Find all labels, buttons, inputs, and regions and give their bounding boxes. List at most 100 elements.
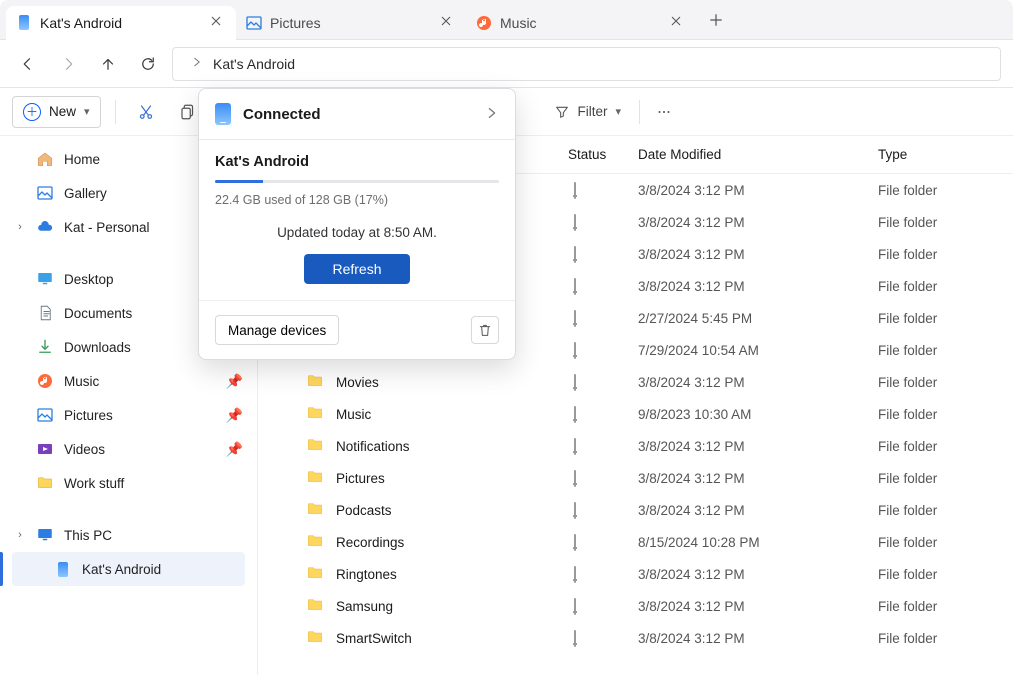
file-row[interactable]: Music9/8/2023 10:30 AMFile folder bbox=[258, 398, 1013, 430]
type-cell: File folder bbox=[878, 247, 1013, 262]
chevron-down-icon: ▾ bbox=[616, 105, 622, 118]
type-cell: File folder bbox=[878, 535, 1013, 550]
column-header-status[interactable]: Status bbox=[568, 147, 638, 162]
date-cell: 3/8/2024 3:12 PM bbox=[638, 631, 878, 646]
cut-button[interactable] bbox=[130, 96, 162, 128]
date-cell: 8/15/2024 10:28 PM bbox=[638, 535, 878, 550]
address-bar[interactable]: Kat's Android bbox=[172, 47, 1001, 81]
sidebar-item-device[interactable]: Kat's Android bbox=[12, 552, 245, 586]
tab-label: Music bbox=[500, 15, 662, 31]
phone-status-icon bbox=[574, 598, 576, 615]
date-cell: 3/8/2024 3:12 PM bbox=[638, 247, 878, 262]
tab-kats-android[interactable]: Kat's Android bbox=[6, 6, 236, 40]
status-cell bbox=[568, 535, 638, 550]
status-cell bbox=[568, 311, 638, 326]
phone-status-icon bbox=[574, 630, 576, 647]
sidebar-item-videos[interactable]: Videos 📌 bbox=[0, 432, 257, 466]
status-cell bbox=[568, 631, 638, 646]
file-row[interactable]: SmartSwitch3/8/2024 3:12 PMFile folder bbox=[258, 622, 1013, 654]
row-name: Pictures bbox=[336, 471, 385, 486]
date-cell: 9/8/2023 10:30 AM bbox=[638, 407, 878, 422]
forward-button[interactable] bbox=[52, 48, 84, 80]
phone-status-icon bbox=[574, 406, 576, 423]
chevron-right-icon bbox=[191, 56, 203, 71]
address-segment[interactable]: Kat's Android bbox=[213, 56, 295, 72]
type-cell: File folder bbox=[878, 215, 1013, 230]
sidebar-item-label: Videos bbox=[64, 442, 105, 457]
separator bbox=[639, 100, 640, 124]
tab-pictures[interactable]: Pictures bbox=[236, 6, 466, 40]
file-row[interactable]: Pictures3/8/2024 3:12 PMFile folder bbox=[258, 462, 1013, 494]
close-icon[interactable] bbox=[440, 15, 456, 31]
phone-status-icon bbox=[574, 502, 576, 519]
folder-icon bbox=[306, 597, 324, 616]
status-cell bbox=[568, 471, 638, 486]
sidebar-item-work[interactable]: Work stuff bbox=[0, 466, 257, 500]
status-cell bbox=[568, 599, 638, 614]
file-row[interactable]: Podcasts3/8/2024 3:12 PMFile folder bbox=[258, 494, 1013, 526]
tab-music[interactable]: Music bbox=[466, 6, 696, 40]
new-tab-button[interactable] bbox=[702, 6, 730, 34]
phone-icon bbox=[16, 15, 32, 31]
date-cell: 2/27/2024 5:45 PM bbox=[638, 311, 878, 326]
chevron-right-icon[interactable]: › bbox=[14, 529, 26, 541]
chevron-right-icon[interactable]: › bbox=[14, 221, 26, 233]
row-name: Recordings bbox=[336, 535, 404, 550]
phone-status-icon bbox=[574, 182, 576, 199]
separator bbox=[115, 100, 116, 124]
plus-icon: ＋ bbox=[23, 103, 41, 121]
row-name: Music bbox=[336, 407, 371, 422]
sidebar-item-label: Gallery bbox=[64, 186, 107, 201]
file-row[interactable]: Notifications3/8/2024 3:12 PMFile folder bbox=[258, 430, 1013, 462]
sidebar-item-pictures[interactable]: Pictures 📌 bbox=[0, 398, 257, 432]
up-button[interactable] bbox=[92, 48, 124, 80]
refresh-device-button[interactable]: Refresh bbox=[304, 254, 409, 284]
type-cell: File folder bbox=[878, 375, 1013, 390]
name-cell: SmartSwitch bbox=[258, 629, 568, 648]
file-row[interactable]: Samsung3/8/2024 3:12 PMFile folder bbox=[258, 590, 1013, 622]
file-row[interactable]: Movies3/8/2024 3:12 PMFile folder bbox=[258, 366, 1013, 398]
phone-status-icon bbox=[574, 566, 576, 583]
date-cell: 3/8/2024 3:12 PM bbox=[638, 215, 878, 230]
status-cell bbox=[568, 279, 638, 294]
phone-status-icon bbox=[574, 214, 576, 231]
back-button[interactable] bbox=[12, 48, 44, 80]
close-icon[interactable] bbox=[210, 15, 226, 31]
manage-devices-button[interactable]: Manage devices bbox=[215, 315, 339, 345]
folder-icon bbox=[306, 629, 324, 648]
phone-icon bbox=[215, 103, 231, 125]
flyout-header: Connected bbox=[199, 89, 515, 140]
date-cell: 3/8/2024 3:12 PM bbox=[638, 599, 878, 614]
date-cell: 7/29/2024 10:54 AM bbox=[638, 343, 878, 358]
date-cell: 3/8/2024 3:12 PM bbox=[638, 503, 878, 518]
refresh-button[interactable] bbox=[132, 48, 164, 80]
row-name: Notifications bbox=[336, 439, 410, 454]
sidebar-item-label: Kat - Personal bbox=[64, 220, 150, 235]
pictures-icon bbox=[246, 15, 262, 31]
chevron-right-icon[interactable] bbox=[485, 106, 499, 123]
home-icon bbox=[36, 150, 54, 168]
row-name: Samsung bbox=[336, 599, 393, 614]
column-header-type[interactable]: Type bbox=[878, 147, 1013, 162]
status-cell bbox=[568, 375, 638, 390]
status-cell bbox=[568, 343, 638, 358]
column-header-date[interactable]: Date Modified bbox=[638, 147, 878, 162]
nav-toolbar: Kat's Android bbox=[0, 40, 1013, 88]
filter-button[interactable]: Filter ▾ bbox=[544, 96, 632, 128]
storage-text: 22.4 GB used of 128 GB (17%) bbox=[215, 193, 499, 207]
delete-device-button[interactable] bbox=[471, 316, 499, 344]
status-cell bbox=[568, 407, 638, 422]
file-row[interactable]: Recordings 8/15/2024 10:28 PMFile folder bbox=[258, 526, 1013, 558]
sidebar-item-label: Pictures bbox=[64, 408, 113, 423]
desktop-icon bbox=[36, 270, 54, 288]
date-cell: 3/8/2024 3:12 PM bbox=[638, 279, 878, 294]
close-icon[interactable] bbox=[670, 15, 686, 31]
download-icon bbox=[36, 338, 54, 356]
new-button[interactable]: ＋ New ▾ bbox=[12, 96, 101, 128]
folder-icon bbox=[36, 474, 54, 492]
sidebar-item-thispc[interactable]: › This PC bbox=[0, 518, 257, 552]
more-button[interactable] bbox=[648, 96, 680, 128]
date-cell: 3/8/2024 3:12 PM bbox=[638, 439, 878, 454]
sidebar-item-music[interactable]: Music 📌 bbox=[0, 364, 257, 398]
file-row[interactable]: Ringtones3/8/2024 3:12 PMFile folder bbox=[258, 558, 1013, 590]
